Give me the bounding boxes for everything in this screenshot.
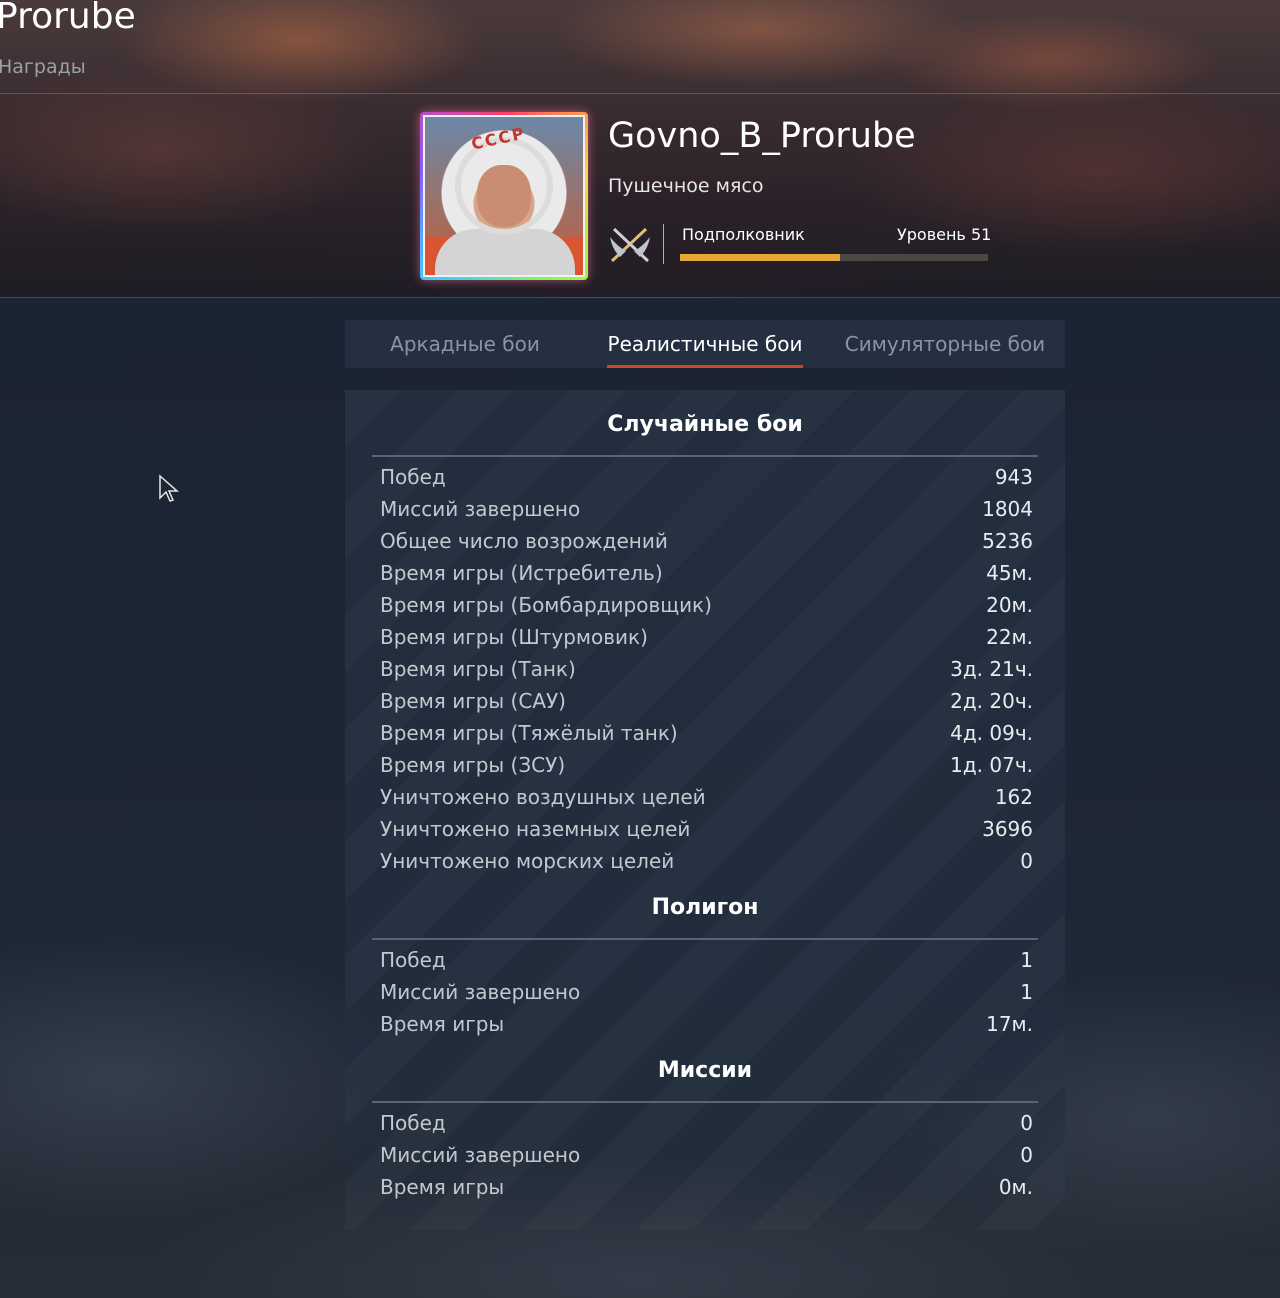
level-text: Уровень 51 <box>897 225 991 244</box>
stat-row: Время игры 17м. <box>380 1008 1033 1040</box>
stat-label: Общее число возрождений <box>380 529 668 553</box>
avatar-helmet <box>455 137 553 235</box>
stat-row: Миссий завершено 0 <box>380 1139 1033 1171</box>
stat-label: Время игры <box>380 1175 505 1199</box>
rank-divider <box>663 224 664 264</box>
level-progress-bar <box>680 254 988 261</box>
stat-row: Время игры (Истребитель) 45м. <box>380 557 1033 589</box>
stat-value: 45м. <box>986 561 1033 585</box>
stat-value: 0 <box>1020 1111 1033 1135</box>
stat-value: 2д. 20ч. <box>950 689 1033 713</box>
stat-label: Время игры (САУ) <box>380 689 566 713</box>
stat-value: 1д. 07ч. <box>950 753 1033 777</box>
stat-label: Время игры (ЗСУ) <box>380 753 566 777</box>
profile-header: Prorube Награды СССР Govno_B_Prorube Пуш… <box>0 0 1280 298</box>
level-progress-fill <box>680 254 841 261</box>
stat-row: Побед 0 <box>380 1107 1033 1139</box>
stat-row: Миссий завершено 1 <box>380 976 1033 1008</box>
section-divider <box>372 455 1038 457</box>
section-title-missions: Миссии <box>657 1058 753 1083</box>
stat-value: 22м. <box>986 625 1033 649</box>
stat-row: Общее число возрождений 5236 <box>380 525 1033 557</box>
stat-label: Уничтожено воздушных целей <box>380 785 706 809</box>
stat-label: Побед <box>380 948 446 972</box>
stat-row: Время игры (САУ) 2д. 20ч. <box>380 685 1033 717</box>
crossed-wings-icon <box>610 227 650 263</box>
stat-label: Время игры (Тяжёлый танк) <box>380 721 678 745</box>
stat-label: Побед <box>380 465 446 489</box>
player-title[interactable]: Пушечное мясо <box>608 175 763 197</box>
stat-value: 162 <box>994 785 1033 809</box>
stat-label: Миссий завершено <box>380 1143 581 1167</box>
rank-name: Подполковник <box>682 225 805 244</box>
stat-label: Время игры (Штурмовик) <box>380 625 648 649</box>
stat-label: Время игры <box>380 1012 505 1036</box>
stat-value: 0 <box>1020 849 1033 873</box>
section-title-polygon: Полигон <box>651 895 759 920</box>
stat-value: 1 <box>1020 980 1033 1004</box>
stat-label: Миссий завершено <box>380 980 581 1004</box>
stat-row: Миссий завершено 1804 <box>380 493 1033 525</box>
stat-row: Уничтожено воздушных целей 162 <box>380 781 1033 813</box>
stat-row: Время игры (Бомбардировщик) 20м. <box>380 589 1033 621</box>
avatar[interactable]: СССР <box>420 112 588 280</box>
stat-row: Уничтожено морских целей 0 <box>380 845 1033 877</box>
stat-value: 3696 <box>982 817 1033 841</box>
stat-value: 3д. 21ч. <box>950 657 1033 681</box>
tab-simulator[interactable]: Симуляторные бои <box>825 320 1065 368</box>
player-name: Govno_B_Prorube <box>608 116 916 156</box>
mouse-cursor-icon <box>159 474 179 502</box>
stat-label: Уничтожено морских целей <box>380 849 675 873</box>
stat-row: Уничтожено наземных целей 3696 <box>380 813 1033 845</box>
avatar-suit <box>435 229 575 275</box>
stat-row: Время игры (Тяжёлый танк) 4д. 09ч. <box>380 717 1033 749</box>
stat-label: Время игры (Истребитель) <box>380 561 663 585</box>
avatar-image: СССР <box>423 115 585 277</box>
stat-row: Побед 1 <box>380 944 1033 976</box>
tab-realistic[interactable]: Реалистичные бои <box>585 320 825 368</box>
page-subtitle-awards[interactable]: Награды <box>0 56 86 78</box>
stat-value: 943 <box>994 465 1033 489</box>
stat-value: 1804 <box>982 497 1033 521</box>
stat-label: Время игры (Бомбардировщик) <box>380 593 712 617</box>
stat-value: 0 <box>1020 1143 1033 1167</box>
stat-row: Время игры 0м. <box>380 1171 1033 1203</box>
header-divider <box>0 93 1280 94</box>
section-divider <box>372 1101 1038 1103</box>
stat-value: 4д. 09ч. <box>950 721 1033 745</box>
stat-value: 1 <box>1020 948 1033 972</box>
stat-value: 20м. <box>986 593 1033 617</box>
stats-panel: Случайные бои Побед 943 Миссий завершено 18… <box>345 390 1065 1230</box>
battle-mode-tabs: Аркадные бои Реалистичные бои Симуляторн… <box>345 320 1065 368</box>
stat-value: 17м. <box>986 1012 1033 1036</box>
stat-label: Побед <box>380 1111 446 1135</box>
stat-row: Побед 943 <box>380 461 1033 493</box>
stat-label: Миссий завершено <box>380 497 581 521</box>
section-title-random-battles: Случайные бои <box>607 412 803 437</box>
stat-row: Время игры (ЗСУ) 1д. 07ч. <box>380 749 1033 781</box>
level-value: 51 <box>970 225 992 244</box>
page-title: Prorube <box>0 0 136 37</box>
stat-label: Время игры (Танк) <box>380 657 576 681</box>
stat-label: Уничтожено наземных целей <box>380 817 691 841</box>
stat-value: 5236 <box>982 529 1033 553</box>
stat-value: 0м. <box>998 1175 1033 1199</box>
tab-arcade[interactable]: Аркадные бои <box>345 320 585 368</box>
stat-row: Время игры (Штурмовик) 22м. <box>380 621 1033 653</box>
section-divider <box>372 938 1038 940</box>
level-label: Уровень <box>897 225 966 244</box>
stat-row: Время игры (Танк) 3д. 21ч. <box>380 653 1033 685</box>
